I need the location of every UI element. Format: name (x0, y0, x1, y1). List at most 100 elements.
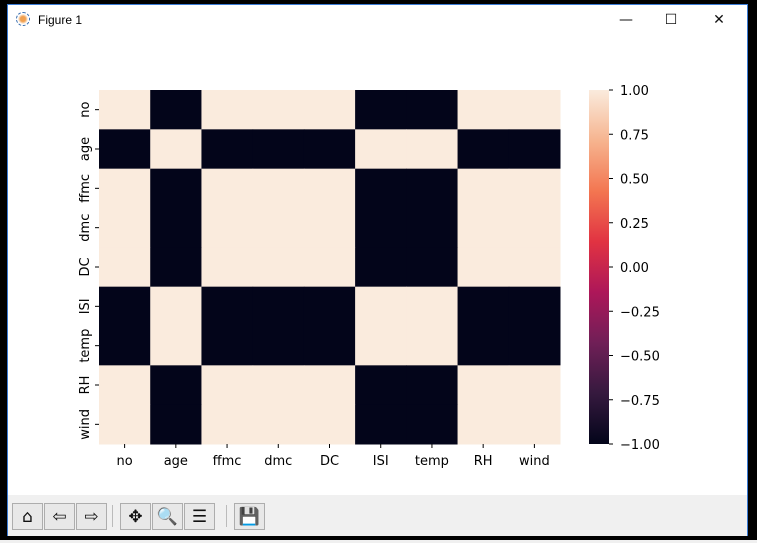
heatmap-cell (150, 129, 202, 170)
x-tick-label: DC (320, 454, 339, 469)
x-tick-label: no (117, 454, 133, 469)
heatmap-cell (252, 365, 305, 406)
heatmap-cell (150, 168, 202, 209)
heatmap-cell (150, 286, 202, 327)
heatmap-cell (303, 208, 356, 248)
heatmap-cell (252, 326, 305, 366)
x-tick-label: ffmc (213, 454, 242, 469)
heatmap-cell (355, 326, 407, 366)
heatmap-cell (99, 286, 151, 327)
heatmap-cell (508, 208, 561, 248)
heatmap-cell (508, 247, 561, 288)
x-tick-label: wind (519, 454, 550, 469)
heatmap-cell (303, 286, 356, 327)
heatmap-cell (150, 365, 202, 406)
heatmap-cell (457, 326, 510, 366)
heatmap-cell (508, 168, 561, 209)
heatmap-cell (303, 168, 356, 209)
heatmap-cell (406, 286, 459, 327)
y-tick-label: no (78, 102, 93, 118)
heatmap-cell (303, 129, 356, 170)
y-tick-label: DC (78, 257, 93, 276)
heatmap-cell (303, 90, 356, 130)
y-tick-label: temp (78, 329, 93, 363)
heatmap-cell (252, 129, 305, 170)
colorbar-tick-label: −0.50 (620, 350, 660, 365)
heatmap-cell (508, 129, 561, 170)
heatmap-cell (252, 168, 305, 209)
heatmap-cell (99, 168, 151, 209)
heatmap-cell (201, 286, 254, 327)
y-tick-label: ISI (78, 298, 93, 314)
heatmap-cell (406, 247, 459, 288)
heatmap-cell (457, 286, 510, 327)
heatmap-cell (252, 247, 305, 288)
heatmap-cell (150, 247, 202, 288)
heatmap-cell (201, 129, 254, 170)
colorbar-tick-label: 0.75 (620, 128, 649, 143)
y-tick-label: age (78, 137, 93, 161)
heatmap-cell (508, 365, 561, 406)
heatmap-cell (99, 404, 151, 445)
heatmap-cell (355, 90, 407, 130)
heatmap-cell (508, 404, 561, 445)
heatmap-cell (355, 247, 407, 288)
heatmap-cell (355, 129, 407, 170)
heatmap-cell (457, 208, 510, 248)
heatmap-cell (355, 208, 407, 248)
heatmap-cell (99, 365, 151, 406)
heatmap-cell (201, 365, 254, 406)
heatmap-cell (303, 404, 356, 445)
colorbar (589, 90, 609, 444)
heatmap-cell (252, 286, 305, 327)
colorbar-tick-label: −0.25 (620, 305, 660, 320)
heatmap-cell (406, 208, 459, 248)
heatmap-cell (150, 326, 202, 366)
colorbar-tick-label: 0.00 (620, 261, 649, 276)
x-tick-label: RH (474, 454, 493, 469)
y-tick-label: dmc (78, 214, 93, 242)
colorbar-tick-label: 0.50 (620, 173, 649, 188)
heatmap-cell (150, 208, 202, 248)
heatmap-cell (99, 129, 151, 170)
heatmap-cell (355, 365, 407, 406)
heatmap-cell (201, 90, 254, 130)
heatmap-cell (150, 404, 202, 445)
colorbar-tick-label: −1.00 (620, 438, 660, 453)
heatmap-cell (150, 90, 202, 130)
heatmap-cell (201, 208, 254, 248)
heatmap-cell (252, 90, 305, 130)
heatmap-cell (406, 168, 459, 209)
heatmap-cell (406, 365, 459, 406)
x-tick-label: dmc (264, 454, 292, 469)
heatmap-cell (99, 247, 151, 288)
heatmap-cell (252, 208, 305, 248)
heatmap-cell (201, 404, 254, 445)
heatmap-cell (99, 208, 151, 248)
y-tick-label: RH (78, 376, 93, 395)
colorbar-tick-label: −0.75 (620, 394, 660, 409)
heatmap-cell (99, 90, 151, 130)
heatmap-cell (355, 286, 407, 327)
heatmap-chart: no age ffmc dmc DC ISI temp RH wind no age ffmc dmc D… (78, 84, 660, 469)
heatmap-cell (355, 404, 407, 445)
heatmap-cell (457, 365, 510, 406)
heatmap-cell (252, 404, 305, 445)
heatmap-cell (457, 129, 510, 170)
x-tick-label: ISI (373, 454, 389, 469)
heatmap-cell (457, 90, 510, 130)
colorbar-tick-label: 1.00 (620, 84, 649, 99)
colorbar-tick-label: 0.25 (620, 217, 649, 232)
heatmap-cell (508, 286, 561, 327)
heatmap-cell (201, 168, 254, 209)
heatmap-cell (406, 326, 459, 366)
heatmap-cell (457, 168, 510, 209)
heatmap-cell (457, 404, 510, 445)
x-tick-label: age (164, 454, 188, 469)
x-tick-label: temp (415, 454, 449, 469)
heatmap-cell (406, 129, 459, 170)
y-tick-label: ffmc (78, 174, 93, 203)
heatmap-cell (355, 168, 407, 209)
heatmap-cell (406, 404, 459, 445)
heatmap-cell (99, 326, 151, 366)
